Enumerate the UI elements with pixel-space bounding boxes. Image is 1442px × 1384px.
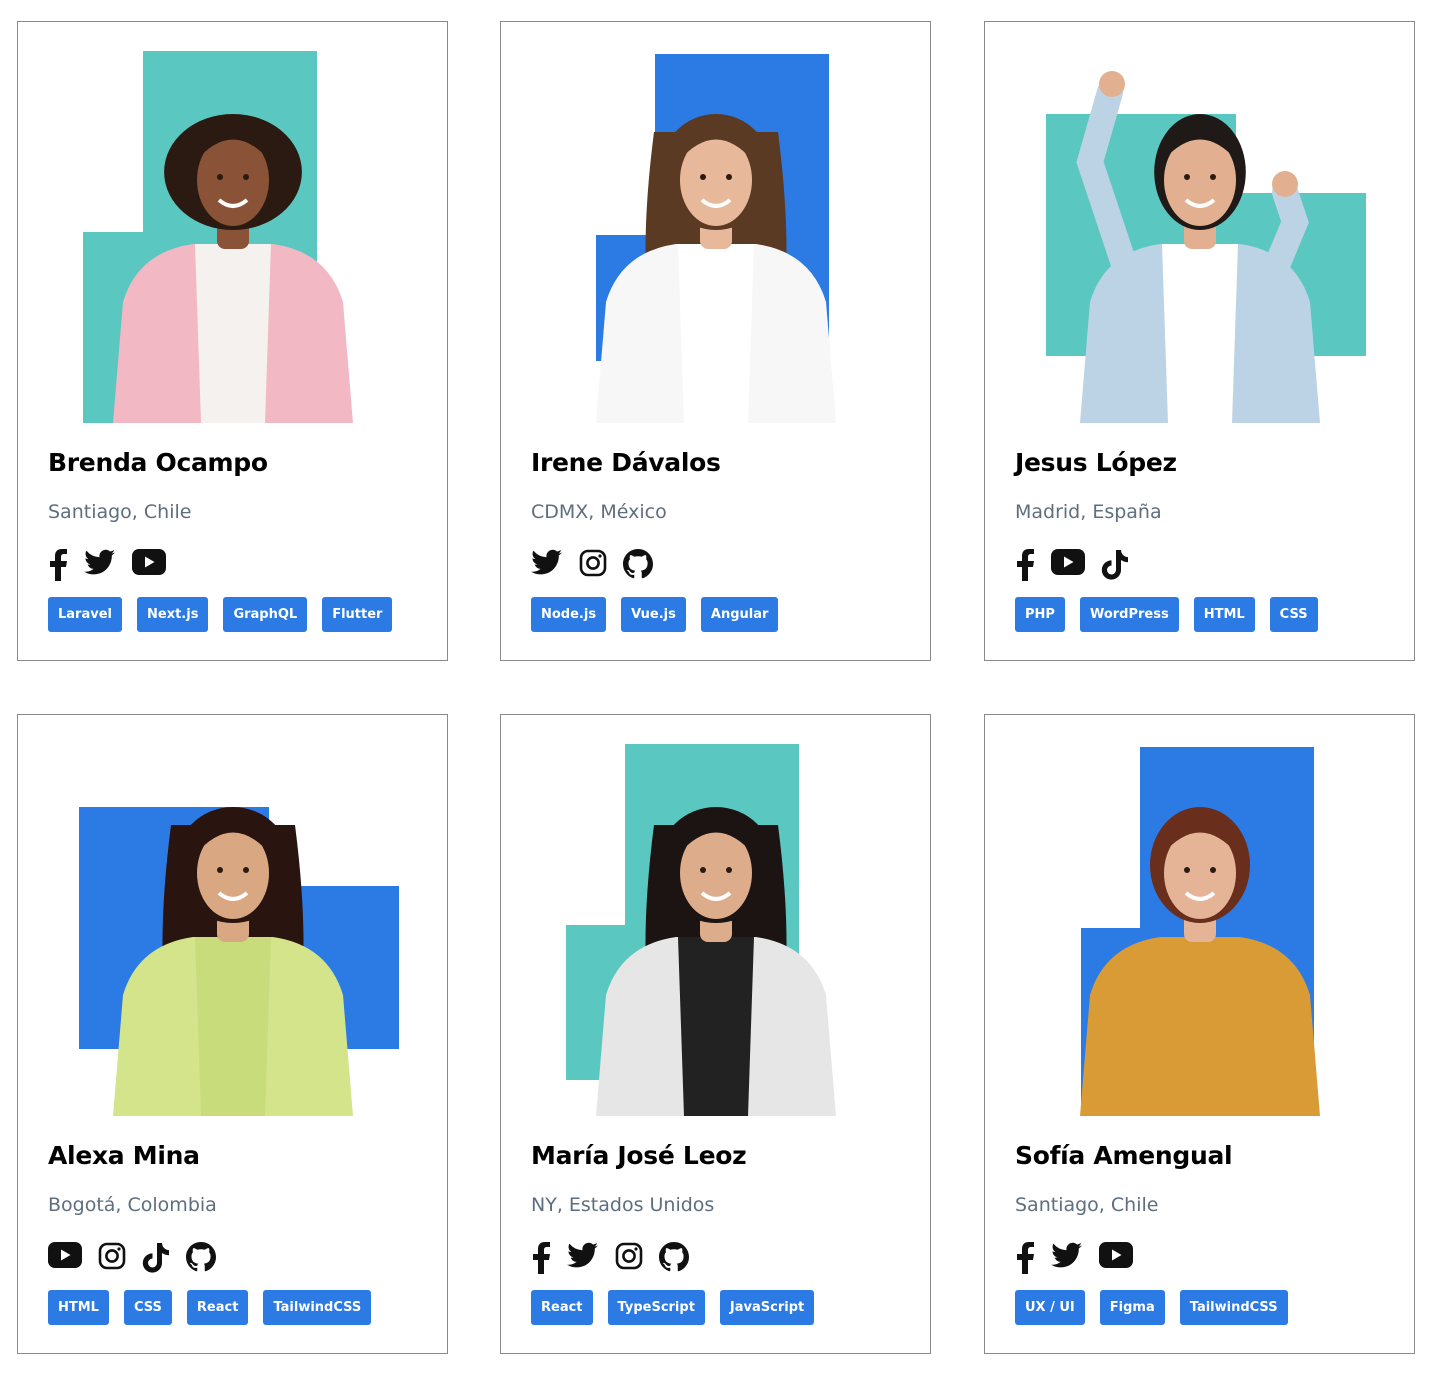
profile-name: Irene Dávalos [531,448,721,477]
skill-tag: HTML [48,1290,109,1325]
skill-tags: UX / UI Figma TailwindCSS [1015,1290,1303,1325]
profile-photo [18,715,447,1116]
instagram-icon[interactable] [579,549,607,581]
skill-tag: TypeScript [607,1290,705,1325]
skill-tags: Node.js Vue.js Angular [531,597,793,632]
social-links [48,549,182,581]
profile-photo [501,715,930,1116]
profile-card: Brenda Ocampo Santiago, Chile Laravel Next.… [17,21,448,661]
social-links [1015,1242,1149,1274]
github-icon[interactable] [623,549,653,581]
skill-tag: Vue.js [621,597,686,632]
social-links [531,549,669,581]
skill-tags: React TypeScript JavaScript [531,1290,829,1325]
facebook-icon[interactable] [531,1242,551,1274]
skill-tag: PHP [1015,597,1065,632]
profile-card: Sofía Amengual Santiago, Chile UX / UI Figm… [984,714,1415,1354]
skill-tag: CSS [123,1290,172,1325]
skill-tag: Figma [1099,1290,1165,1325]
facebook-icon[interactable] [1015,1242,1035,1274]
profile-location: Madrid, España [1015,501,1162,523]
skill-tag: React [186,1290,249,1325]
twitter-icon[interactable] [1051,1242,1083,1274]
facebook-icon[interactable] [1015,549,1035,581]
skill-tags: HTML CSS React TailwindCSS [48,1290,386,1325]
profile-card: Jesus López Madrid, España PHP WordPress HTM… [984,21,1415,661]
tiktok-icon[interactable] [1101,549,1129,581]
skill-tag: TailwindCSS [263,1290,372,1325]
profile-location: NY, Estados Unidos [531,1194,715,1216]
profile-card: María José Leoz NY, Estados Unidos React Ty… [500,714,931,1354]
profile-card: Alexa Mina Bogotá, Colombia HTML CSS React Ta… [17,714,448,1354]
youtube-icon[interactable] [48,1242,82,1274]
profile-photo [985,715,1414,1116]
skill-tag: UX / UI [1015,1290,1085,1325]
skill-tag: WordPress [1079,597,1179,632]
skill-tag: Angular [700,597,779,632]
github-icon[interactable] [659,1242,689,1274]
skill-tag: Laravel [48,597,122,632]
profile-name: María José Leoz [531,1141,747,1170]
profile-photo [501,22,930,423]
profile-name: Alexa Mina [48,1141,200,1170]
skill-tag: React [531,1290,593,1325]
instagram-icon[interactable] [615,1242,643,1274]
skill-tag: TailwindCSS [1179,1290,1288,1325]
profile-name: Sofía Amengual [1015,1141,1233,1170]
skill-tag: JavaScript [719,1290,815,1325]
profile-location: CDMX, México [531,501,667,523]
facebook-icon[interactable] [48,549,68,581]
profile-location: Santiago, Chile [48,501,192,523]
youtube-icon[interactable] [132,549,166,581]
twitter-icon[interactable] [84,549,116,581]
tiktok-icon[interactable] [142,1242,170,1274]
github-icon[interactable] [186,1242,216,1274]
youtube-icon[interactable] [1099,1242,1133,1274]
twitter-icon[interactable] [567,1242,599,1274]
profile-photo [18,22,447,423]
skill-tag: Node.js [531,597,607,632]
youtube-icon[interactable] [1051,549,1085,581]
profile-location: Bogotá, Colombia [48,1194,217,1216]
social-links [531,1242,705,1274]
skill-tag: Flutter [322,597,393,632]
profile-card: Irene Dávalos CDMX, México Node.js Vue.js An… [500,21,931,661]
skill-tags: PHP WordPress HTML CSS [1015,597,1333,632]
social-links [1015,549,1145,581]
skill-tag: HTML [1193,597,1255,632]
skill-tags: Laravel Next.js GraphQL Flutter [48,597,407,632]
twitter-icon[interactable] [531,549,563,581]
profile-name: Jesus López [1015,448,1177,477]
profile-name: Brenda Ocampo [48,448,268,477]
profile-location: Santiago, Chile [1015,1194,1159,1216]
social-links [48,1242,232,1274]
skill-tag: CSS [1269,597,1318,632]
skill-tag: GraphQL [223,597,308,632]
skill-tag: Next.js [137,597,209,632]
profile-photo [985,22,1414,423]
instagram-icon[interactable] [98,1242,126,1274]
